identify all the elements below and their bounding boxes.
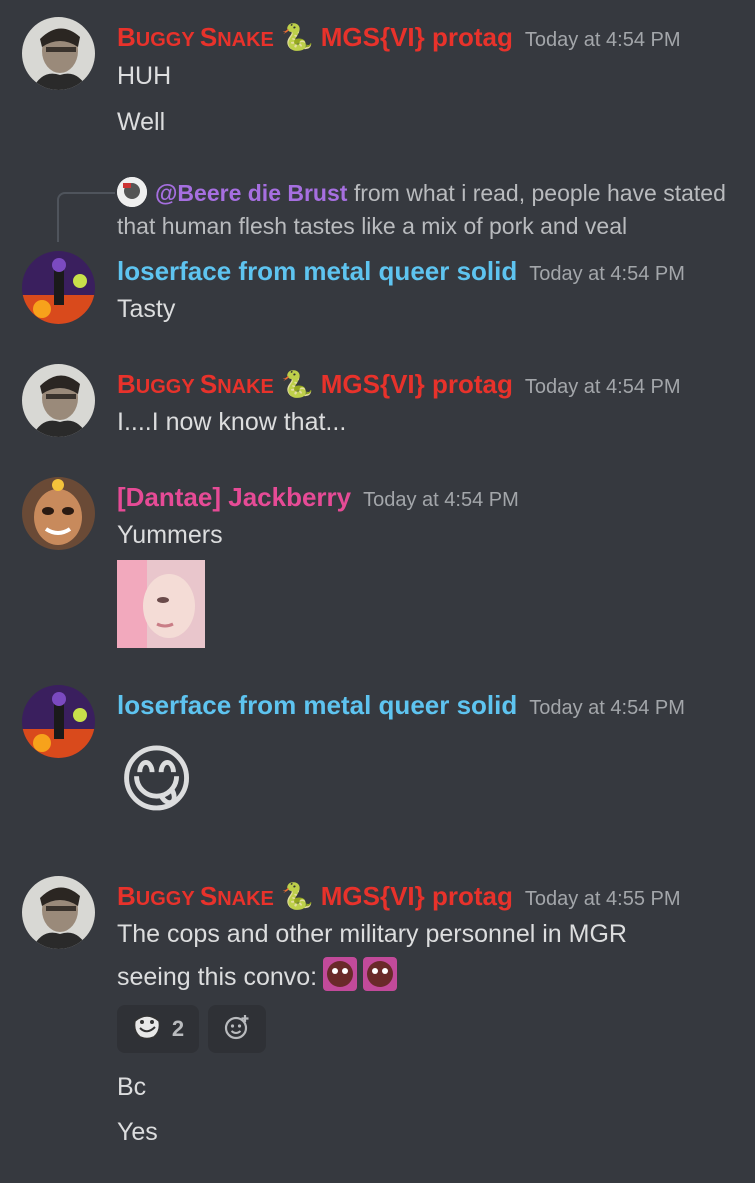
timestamp: Today at 4:55 PM <box>524 888 681 910</box>
avatar-snake[interactable] <box>22 876 95 949</box>
reply-author[interactable]: @Beere die Brust <box>155 180 347 206</box>
avatar-loser[interactable] <box>22 251 95 324</box>
message-text-with-emotes: seeing this convo: <box>117 957 398 992</box>
avatar-loser[interactable] <box>22 685 95 758</box>
reply-preview[interactable]: @Beere die Brust from what i read, peopl… <box>117 177 737 243</box>
username[interactable]: loserface from metal queer solid <box>117 256 517 286</box>
username[interactable]: loserface from metal queer solid <box>117 690 517 720</box>
yum-emoji-icon: 😋 <box>118 738 196 821</box>
snake-emoji-icon: 🐍 <box>281 881 314 911</box>
reaction-count: 2 <box>171 1016 185 1041</box>
attachment-image[interactable] <box>117 560 205 648</box>
message-text: HUH <box>117 62 172 90</box>
message-header: [Dantae] Jackberry Today at 4:54 PM <box>117 482 519 513</box>
message-text: The cops and other military personnel in… <box>117 920 627 948</box>
message-text: Tasty <box>117 295 176 323</box>
avatar-beere <box>117 177 147 207</box>
message-header: BUGGY SNAKE 🐍 MGS{VI} protag Today at 4:5… <box>117 881 681 912</box>
username[interactable]: BUGGY SNAKE 🐍 MGS{VI} protag <box>117 22 513 52</box>
message-text: Yummers <box>117 521 223 549</box>
message-header: loserface from metal queer solid Today at… <box>117 256 685 287</box>
troll-face-icon <box>132 1013 162 1045</box>
snake-emoji-icon: 🐍 <box>281 22 314 52</box>
add-reaction-icon <box>223 1013 251 1046</box>
message-header: loserface from metal queer solid Today at… <box>117 690 685 721</box>
reply-spine <box>57 192 115 242</box>
custom-emote-icon[interactable] <box>363 957 398 991</box>
custom-emote-icon[interactable] <box>323 957 358 991</box>
snake-emoji-icon: 🐍 <box>281 369 314 399</box>
timestamp: Today at 4:54 PM <box>363 489 519 511</box>
reaction-button[interactable]: 2 <box>117 1005 199 1053</box>
username[interactable]: BUGGY SNAKE 🐍 MGS{VI} protag <box>117 881 513 911</box>
message-header: BUGGY SNAKE 🐍 MGS{VI} protag Today at 4:5… <box>117 369 681 400</box>
avatar-snake[interactable] <box>22 364 95 437</box>
username[interactable]: BUGGY SNAKE 🐍 MGS{VI} protag <box>117 369 513 399</box>
add-reaction-button[interactable] <box>208 1005 266 1053</box>
avatar-dantae[interactable] <box>22 477 95 550</box>
message-text: Well <box>117 108 166 136</box>
avatar-snake[interactable] <box>22 17 95 90</box>
message-text: Yes <box>117 1118 158 1146</box>
username[interactable]: [Dantae] Jackberry <box>117 482 351 512</box>
timestamp: Today at 4:54 PM <box>529 263 685 285</box>
timestamp: Today at 4:54 PM <box>524 376 681 398</box>
message-text: I....I now know that... <box>117 408 347 436</box>
message-header: BUGGY SNAKE 🐍 MGS{VI} protag Today at 4:5… <box>117 22 681 53</box>
timestamp: Today at 4:54 PM <box>524 29 681 51</box>
timestamp: Today at 4:54 PM <box>529 697 685 719</box>
message-text: Bc <box>117 1073 147 1101</box>
